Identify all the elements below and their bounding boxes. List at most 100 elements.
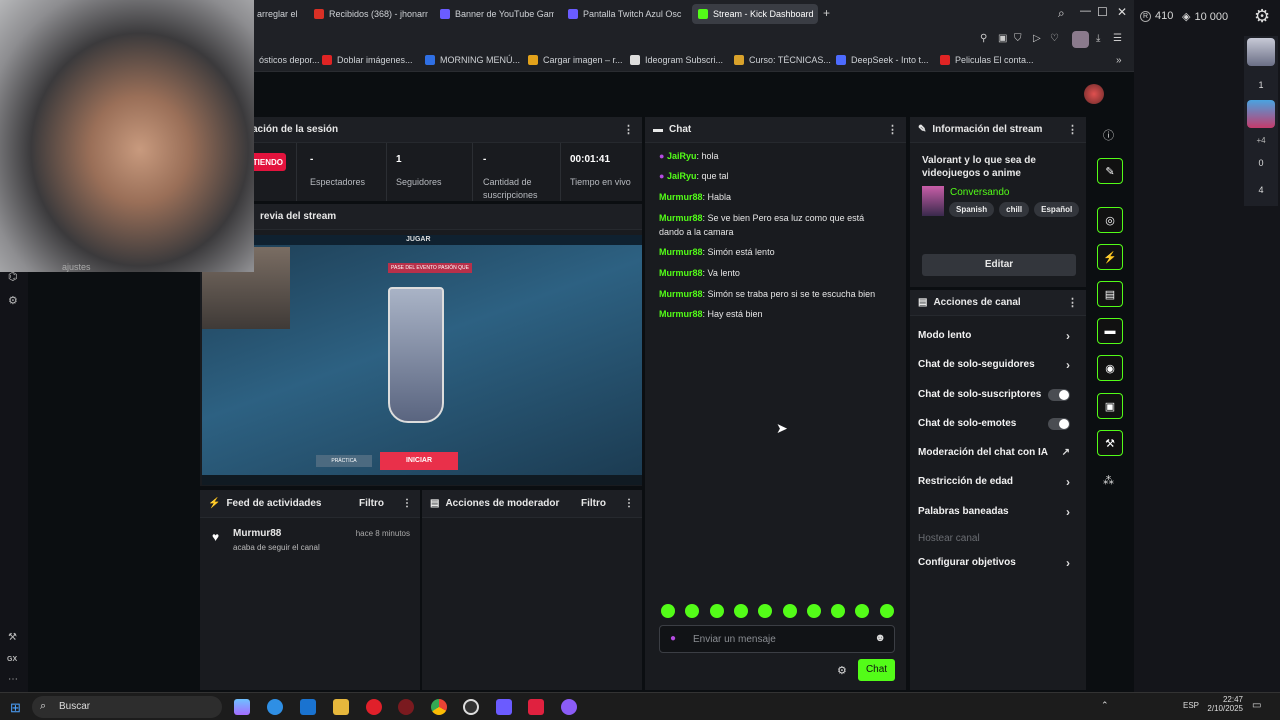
toggle-switch[interactable] — [1048, 417, 1070, 430]
emote-button[interactable] — [855, 604, 870, 618]
taskbar-search[interactable]: ⌕ Buscar — [32, 696, 222, 718]
kebab-menu-icon[interactable]: ⋮ — [624, 498, 634, 509]
activity-user[interactable]: Murmur88 — [233, 528, 281, 539]
chat-username[interactable]: Murmur88 — [659, 247, 703, 257]
chat-tool-button[interactable]: ▬ — [1097, 318, 1123, 344]
emoji-icon[interactable]: ☻ — [874, 632, 886, 644]
browser-tab[interactable]: Pantalla Twitch Azul Osc — [562, 4, 684, 24]
menu-icon[interactable]: ☰ — [1113, 33, 1122, 44]
avatar[interactable] — [1247, 100, 1275, 128]
category-link[interactable]: Conversando — [950, 187, 1009, 198]
opera-gx-icon[interactable] — [398, 699, 414, 715]
bookmark-item[interactable]: ósticos depor... — [244, 55, 320, 65]
nodes-icon[interactable]: ⁂ — [1103, 474, 1114, 487]
chat-username[interactable]: Murmur88 — [659, 309, 703, 319]
minimize-button[interactable]: — — [1080, 5, 1091, 17]
channel-action-item[interactable]: Palabras baneadas › — [918, 505, 1078, 519]
channel-action-item[interactable]: Chat de solo-emotes — [918, 417, 1078, 430]
chat-send-button[interactable]: Chat — [858, 659, 895, 681]
bookmark-item[interactable]: MORNING MENÚ... — [425, 55, 520, 65]
emote-button[interactable] — [733, 604, 748, 618]
channel-action-item[interactable]: Configurar objetivos › — [918, 556, 1078, 570]
kebab-menu-icon[interactable]: ⋮ — [623, 123, 634, 136]
bookmark-item[interactable]: Ideogram Subscri... — [630, 55, 723, 65]
stream-tag[interactable]: Spanish — [949, 202, 995, 217]
chat-username[interactable]: JaiRyu — [667, 151, 697, 161]
emote-button[interactable] — [831, 604, 846, 618]
stream-tag[interactable]: Español — [1034, 202, 1080, 217]
emote-button[interactable] — [806, 604, 821, 618]
emote-button[interactable] — [879, 604, 894, 618]
wrench-tool-button[interactable]: ⚒ — [1097, 430, 1123, 456]
moderator-filter-button[interactable]: Filtro — [581, 498, 606, 509]
chat-username[interactable]: Murmur88 — [659, 213, 703, 223]
snapshot-icon[interactable]: ▣ — [998, 33, 1007, 44]
bolt-tool-button[interactable]: ⚡ — [1097, 244, 1123, 270]
kebab-menu-icon[interactable]: ⋮ — [402, 498, 412, 509]
stream-preview-video[interactable]: JUGAR PASE DEL EVENTO PASIÓN QUE ARDE PR… — [202, 235, 642, 485]
bookmark-item[interactable]: Peliculas El conta... — [940, 55, 1034, 65]
camera-tool-button[interactable]: ◎ — [1097, 207, 1123, 233]
maximize-button[interactable]: ☐ — [1097, 5, 1108, 19]
edit-button[interactable]: Editar — [922, 254, 1076, 276]
discord-icon[interactable] — [561, 699, 577, 715]
opera-icon[interactable] — [366, 699, 382, 715]
valorant-icon[interactable] — [528, 699, 544, 715]
tray-chevron-icon[interactable]: ⌃ — [1101, 700, 1109, 711]
channel-action-item[interactable]: Restricción de edad › — [918, 475, 1078, 489]
activity-filter-button[interactable]: Filtro — [359, 498, 384, 509]
new-tab-button[interactable]: + — [823, 6, 830, 20]
clock[interactable]: 22:47 2/10/2025 — [1203, 695, 1243, 713]
browser-tab[interactable]: Banner de YouTube Gam — [434, 4, 554, 24]
chat-settings-icon[interactable]: ⚙ — [837, 664, 847, 677]
stream-tag[interactable]: chill — [999, 202, 1030, 217]
avatar[interactable] — [1247, 38, 1275, 66]
explorer-icon[interactable] — [333, 699, 349, 715]
close-window-button[interactable]: ✕ — [1117, 5, 1127, 19]
channel-action-item[interactable]: Chat de solo-suscriptores — [918, 388, 1078, 401]
document-tool-button[interactable]: ▤ — [1097, 281, 1123, 307]
bookmark-item[interactable]: Curso: TÉCNICAS... — [734, 55, 831, 65]
copilot-icon[interactable] — [234, 699, 250, 715]
broadcast-tool-button[interactable]: ◉ — [1097, 355, 1123, 381]
bookmark-item[interactable]: Doblar imágenes... — [322, 55, 413, 65]
browser-tab[interactable]: Stream - Kick Dashboard — [692, 4, 818, 24]
chrome-icon[interactable] — [431, 699, 447, 715]
app-icon[interactable] — [496, 699, 512, 715]
play-icon[interactable]: ▷ — [1033, 33, 1041, 44]
search-tabs-icon[interactable]: ⌕ — [1058, 6, 1065, 21]
moderator-tool-button[interactable]: ▣ — [1097, 393, 1123, 419]
chat-username[interactable]: Murmur88 — [659, 268, 703, 278]
emote-button[interactable] — [782, 604, 797, 618]
heart-icon[interactable]: ♡ — [1050, 33, 1059, 44]
info-icon[interactable]: ⓘ — [1103, 127, 1114, 143]
more-icon[interactable]: ⋯ — [8, 674, 18, 685]
profile-avatar[interactable] — [1072, 31, 1089, 48]
pin-sidebar-icon[interactable]: ⚒ — [8, 632, 17, 643]
kebab-menu-icon[interactable]: ⋮ — [1067, 296, 1078, 309]
sidebar-settings-icon[interactable]: ⚙ — [8, 294, 18, 307]
edge-icon[interactable] — [267, 699, 283, 715]
bookmark-item[interactable]: Cargar imagen – r... — [528, 55, 623, 65]
kebab-menu-icon[interactable]: ⋮ — [1067, 123, 1078, 136]
bookmarks-more-icon[interactable]: » — [1116, 55, 1122, 66]
browser-tab[interactable]: Recibidos (368) - jhonarm — [308, 4, 428, 24]
chat-username[interactable]: Murmur88 — [659, 289, 703, 299]
windows-start-icon[interactable]: ⊞ — [10, 700, 21, 716]
channel-action-item[interactable]: Modo lento › — [918, 329, 1078, 343]
toggle-switch[interactable] — [1048, 388, 1070, 401]
edit-tool-button[interactable]: ✎ — [1097, 158, 1123, 184]
kebab-menu-icon[interactable]: ⋮ — [887, 123, 898, 136]
emote-button[interactable] — [661, 604, 675, 618]
chat-input[interactable]: ● Enviar un mensaje ☻ — [659, 625, 895, 653]
channel-action-item[interactable]: Moderación del chat con IA ↗ — [918, 447, 1078, 458]
language-indicator[interactable]: ESP — [1183, 701, 1199, 710]
channel-action-item[interactable]: Chat de solo-seguidores › — [918, 358, 1078, 372]
emote-button[interactable] — [758, 604, 773, 618]
emote-button[interactable] — [709, 604, 724, 618]
pin-icon[interactable]: ⚲ — [980, 33, 987, 44]
settings-gear-icon[interactable]: ⚙ — [1254, 6, 1270, 27]
notifications-icon[interactable]: ▭ — [1252, 700, 1261, 711]
download-icon[interactable]: ⤓ — [1096, 33, 1100, 44]
user-avatar[interactable] — [1084, 84, 1104, 104]
